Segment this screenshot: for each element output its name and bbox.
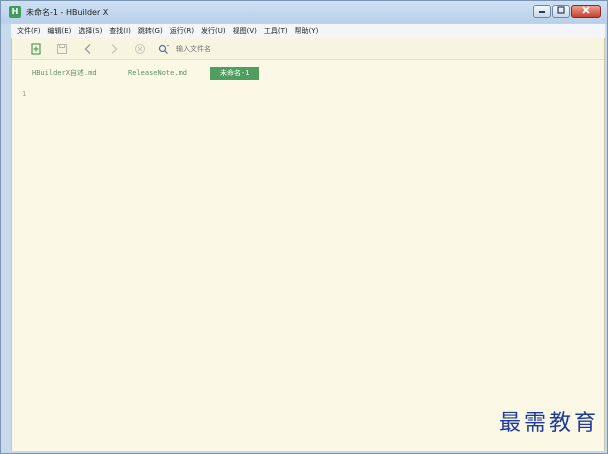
menu-goto[interactable]: 跳转(G) (138, 26, 163, 36)
menu-publish[interactable]: 发行(U) (201, 26, 226, 36)
menu-find[interactable]: 查找(I) (109, 26, 131, 36)
back-button[interactable] (82, 43, 94, 55)
toolbar (12, 38, 604, 60)
hbuilder-logo-icon: H (9, 6, 21, 18)
tab-release-note[interactable]: ReleaseNote.md (128, 67, 187, 80)
minimize-icon (539, 11, 545, 13)
tab-untitled-1[interactable]: 未命名-1 (210, 67, 260, 80)
menu-file[interactable]: 文件(F) (17, 26, 41, 36)
new-file-icon (31, 42, 41, 55)
code-editor[interactable]: 1 (12, 90, 604, 450)
menu-view[interactable]: 视图(V) (233, 26, 257, 36)
menu-bar: 文件(F) 编辑(E) 选择(S) 查找(I) 跳转(G) 运行(R) 发行(U… (11, 24, 605, 38)
forward-button[interactable] (108, 43, 120, 55)
save-icon (57, 43, 67, 54)
file-search-input[interactable] (176, 44, 296, 53)
title-bar[interactable]: H 未命名-1 - HBuilder X (1, 1, 607, 23)
tab-readme[interactable]: HBuilderX自述.md (32, 67, 97, 80)
editor-client-area: HBuilderX自述.md ReleaseNote.md 未命名-1 1 (11, 38, 605, 451)
chevron-left-icon (84, 43, 91, 54)
window-title: 未命名-1 - HBuilder X (26, 7, 109, 17)
app-window: H 未命名-1 - HBuilder X 文件(F) 编辑(E) 选择(S) 查… (0, 0, 608, 454)
close-icon (582, 6, 590, 14)
file-search (158, 44, 296, 54)
line-number: 1 (22, 90, 27, 98)
chevron-right-icon (111, 43, 118, 54)
minimize-button[interactable] (533, 5, 551, 18)
new-file-button[interactable] (30, 42, 42, 55)
search-icon (158, 44, 169, 54)
editor-tabs: HBuilderX自述.md ReleaseNote.md 未命名-1 (12, 67, 604, 81)
menu-select[interactable]: 选择(S) (78, 26, 102, 36)
menu-run[interactable]: 运行(R) (170, 26, 194, 36)
maximize-button[interactable] (552, 5, 570, 18)
watermark: 最需教育 (498, 411, 599, 436)
menu-edit[interactable]: 编辑(E) (48, 26, 72, 36)
maximize-icon (557, 6, 565, 14)
window-controls (533, 5, 601, 18)
stop-button[interactable] (134, 43, 146, 55)
save-button[interactable] (56, 43, 68, 55)
menu-tools[interactable]: 工具(T) (264, 26, 288, 36)
stop-circle-icon (135, 43, 145, 54)
close-button[interactable] (571, 5, 601, 18)
menu-help[interactable]: 帮助(Y) (295, 26, 319, 36)
